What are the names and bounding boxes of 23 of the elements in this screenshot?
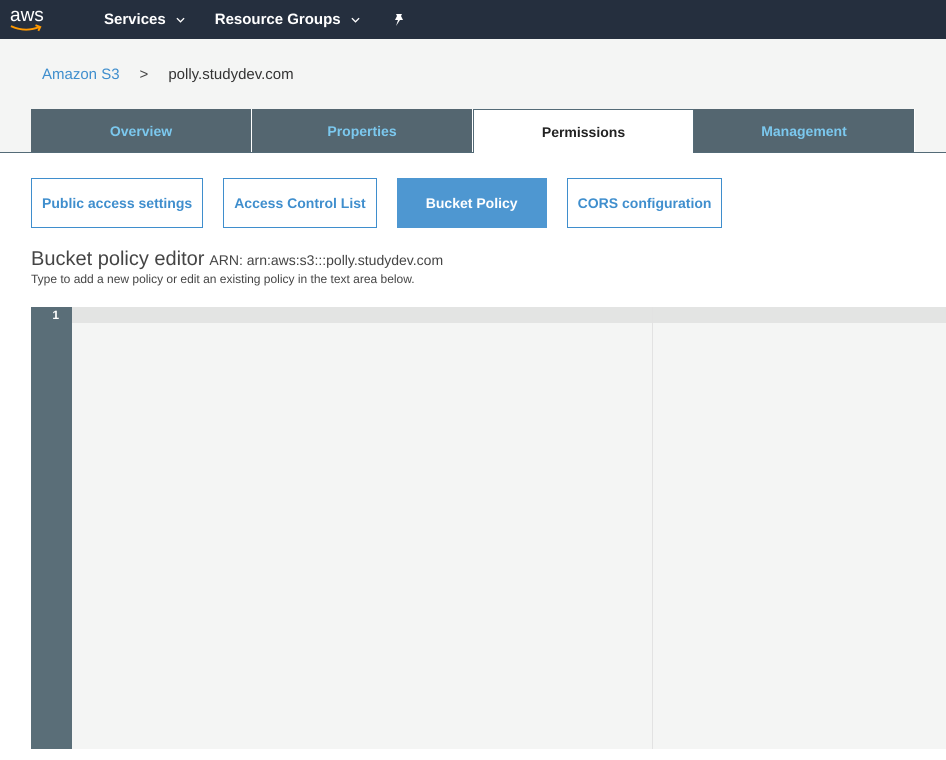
caret-icon [176, 16, 185, 22]
breadcrumb-link[interactable]: Amazon S3 [42, 66, 120, 82]
nav-menu[interactable]: Services [104, 11, 185, 28]
editor-hint: Type to add a new policy or edit an existing policy in the text area below. [31, 272, 416, 286]
sub-tab-button[interactable]: CORS configuration [566, 178, 722, 228]
breadcrumb-current: polly.studydev.com [168, 66, 294, 82]
sub-tab-button[interactable]: Bucket Policy [396, 178, 547, 228]
logo-text: aws [10, 8, 44, 24]
aws-logo[interactable]: aws [10, 8, 62, 32]
sub-tab-button[interactable]: Public access settings [31, 178, 204, 228]
nav-menu[interactable]: Resource Groups [214, 11, 360, 28]
tab[interactable]: Overview [31, 109, 252, 152]
code-editor[interactable]: 1 [31, 307, 946, 749]
tab[interactable]: Management [694, 109, 915, 152]
tab[interactable]: Properties [252, 109, 473, 152]
tab[interactable]: Permissions [473, 109, 694, 153]
arn-label: ARN: arn:aws:s3:::polly.studydev.com [209, 252, 444, 268]
line-number: 1 [51, 307, 60, 323]
breadcrumb-separator: > [140, 66, 148, 82]
smile-arrow-icon [10, 24, 44, 32]
sub-tab-button[interactable]: Access Control List [223, 178, 377, 228]
editor-title: Bucket policy editor [31, 248, 204, 271]
caret-icon [350, 16, 360, 22]
